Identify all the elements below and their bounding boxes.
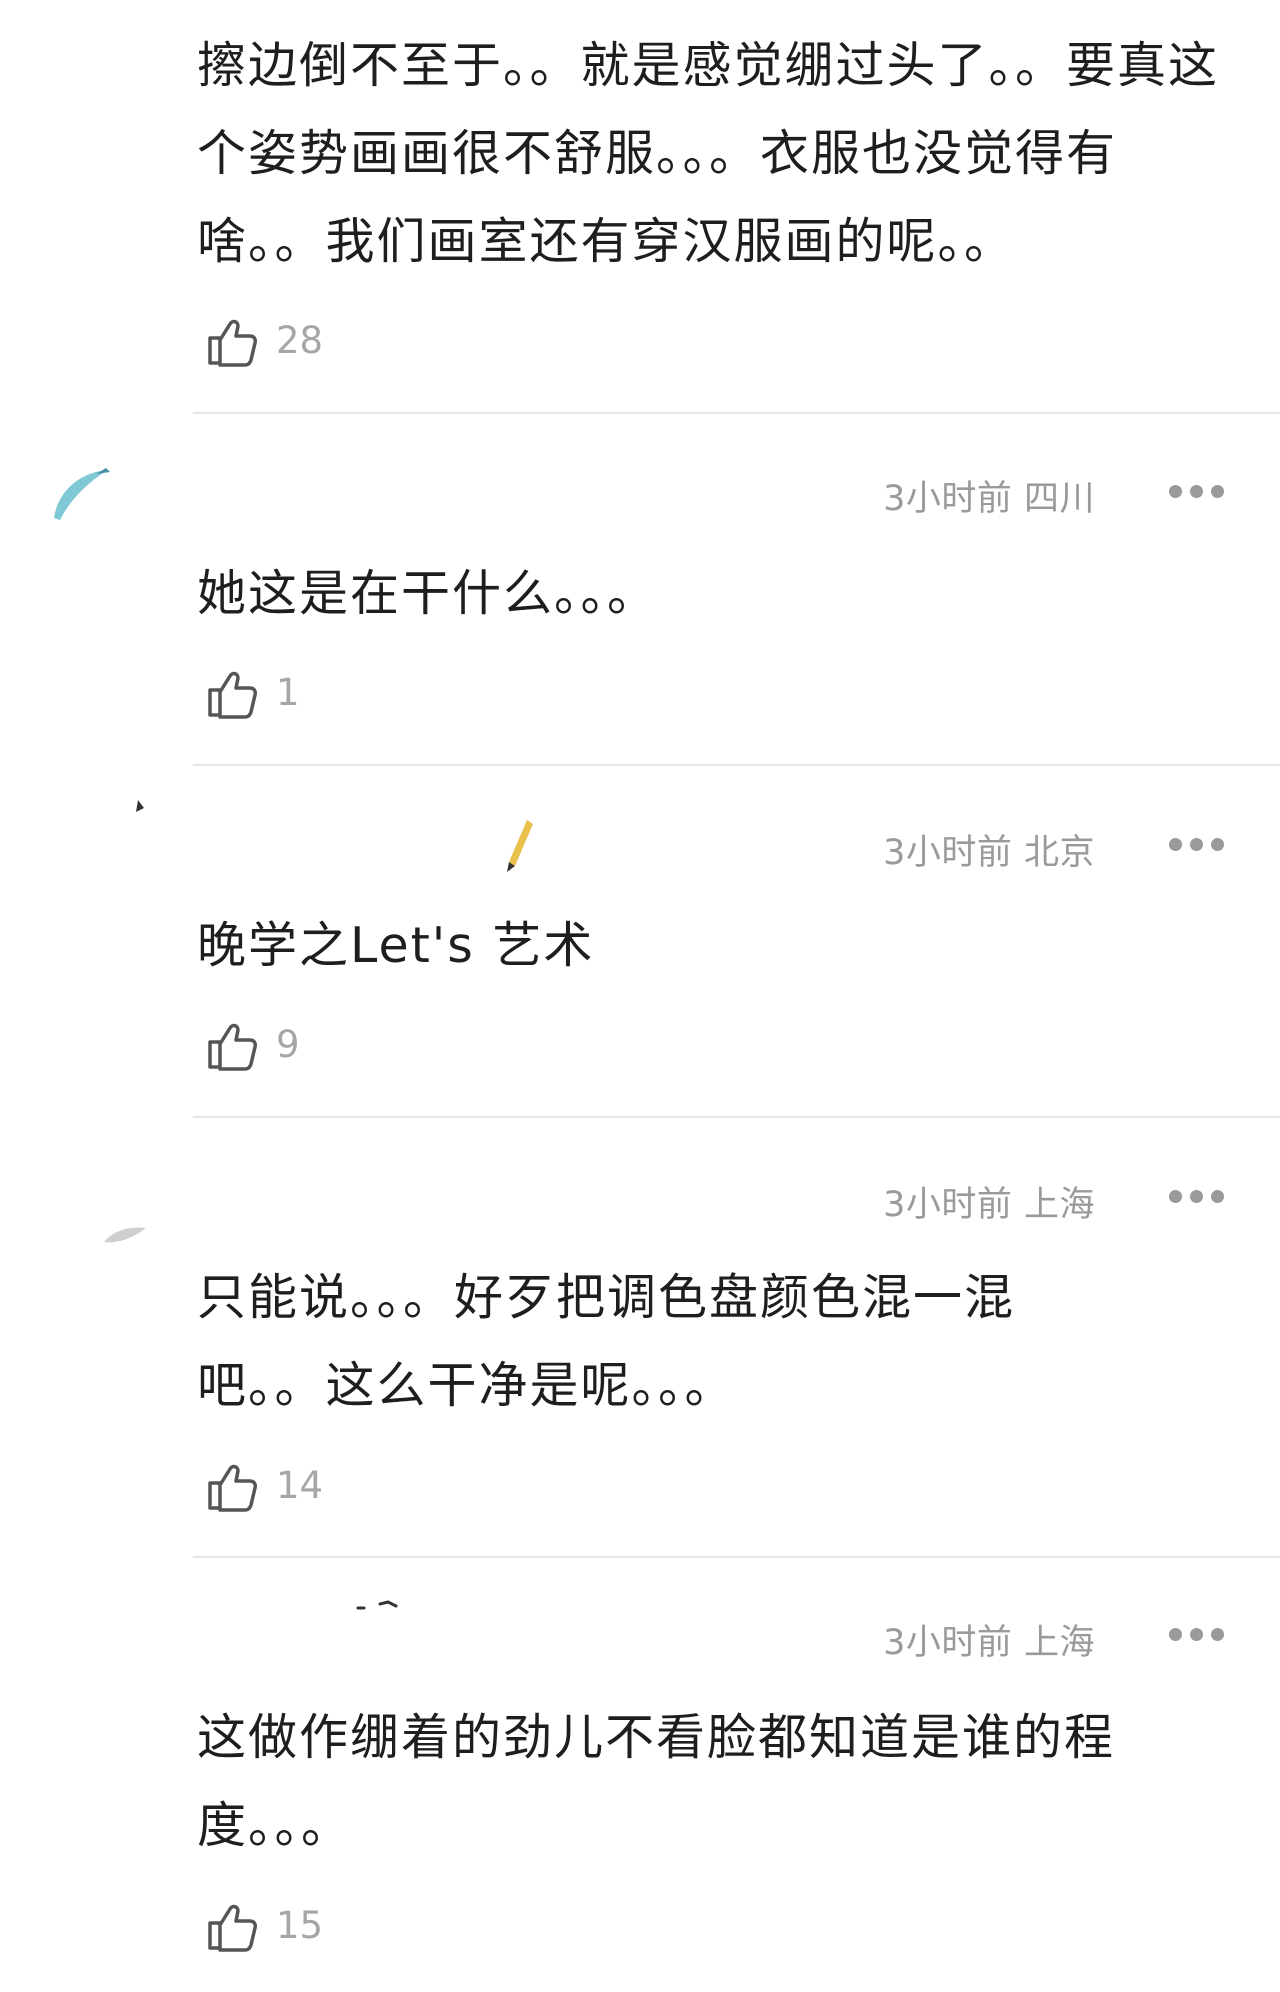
comment-list-page: 擦边倒不至于。。就是感觉绷过头了。。要真这个姿势画画很不舒服。。。衣服也没觉得有…	[0, 0, 1280, 1992]
avatar[interactable]	[46, 440, 126, 520]
comment-text: 她这是在干什么。。。	[197, 565, 659, 622]
like-count: 14	[276, 1464, 324, 1507]
thumbs-up-icon	[208, 319, 257, 367]
comment-item: 3小时前 上海 这做作绷着的劲儿不看脸都知道是谁的程度。。。 15	[0, 1558, 1280, 1992]
comment-time: 3小时前	[883, 833, 1013, 873]
comment-meta: 3小时前 上海	[883, 1614, 1095, 1665]
more-dots-icon[interactable]	[1169, 1190, 1225, 1204]
comment-location: 上海	[1023, 1623, 1095, 1663]
avatar-image	[136, 800, 144, 812]
comment-location: 北京	[1023, 833, 1095, 873]
avatar[interactable]	[350, 1598, 420, 1618]
comment-time: 3小时前	[883, 479, 1013, 519]
comment-meta: 3小时前 四川	[883, 470, 1095, 521]
comment-text: 晚学之Let's 艺术	[197, 917, 595, 974]
comment-text: 这做作绷着的劲儿不看脸都知道是谁的程度。。。	[197, 1709, 1116, 1854]
comment-meta: 3小时前 上海	[883, 1176, 1095, 1227]
avatar-image	[356, 1600, 398, 1610]
more-dots-icon[interactable]	[1169, 1628, 1225, 1642]
avatar-image	[54, 468, 110, 520]
comment-meta: 3小时前 北京	[883, 824, 1095, 875]
comment-text: 只能说。。。好歹把调色盘颜色混一混吧。。这么干净是呢。。。	[197, 1269, 1016, 1414]
like-count: 9	[276, 1023, 300, 1066]
comment-location: 四川	[1023, 479, 1095, 519]
comment-item: 擦边倒不至于。。就是感觉绷过头了。。要真这个姿势画画很不舒服。。。衣服也没觉得有…	[0, 0, 1280, 414]
thumbs-up-icon	[208, 671, 257, 719]
more-dots-icon[interactable]	[1169, 485, 1225, 499]
like-count: 1	[276, 671, 300, 714]
pencil-icon	[507, 820, 533, 872]
comment-location: 上海	[1023, 1185, 1095, 1225]
comment-time: 3小时前	[883, 1185, 1013, 1225]
comment-item: 3小时前 北京 晚学之Let's 艺术 9	[0, 766, 1280, 1118]
avatar-image	[104, 1227, 146, 1243]
thumbs-up-icon	[208, 1023, 257, 1071]
comment-time: 3小时前	[883, 1623, 1013, 1663]
thumbs-up-icon	[208, 1904, 257, 1952]
comment-item: 3小时前 四川 她这是在干什么。。。 1	[0, 414, 1280, 766]
avatar[interactable]	[120, 796, 160, 836]
like-count: 15	[276, 1904, 324, 1947]
more-dots-icon[interactable]	[1169, 838, 1225, 852]
like-count: 28	[276, 319, 324, 362]
comment-item: 3小时前 上海 只能说。。。好歹把调色盘颜色混一混吧。。这么干净是呢。。。 14	[0, 1118, 1280, 1558]
comment-text: 擦边倒不至于。。就是感觉绷过头了。。要真这个姿势画画很不舒服。。。衣服也没觉得有…	[197, 37, 1220, 270]
thumbs-up-icon	[208, 1464, 257, 1512]
avatar[interactable]	[100, 1218, 150, 1248]
